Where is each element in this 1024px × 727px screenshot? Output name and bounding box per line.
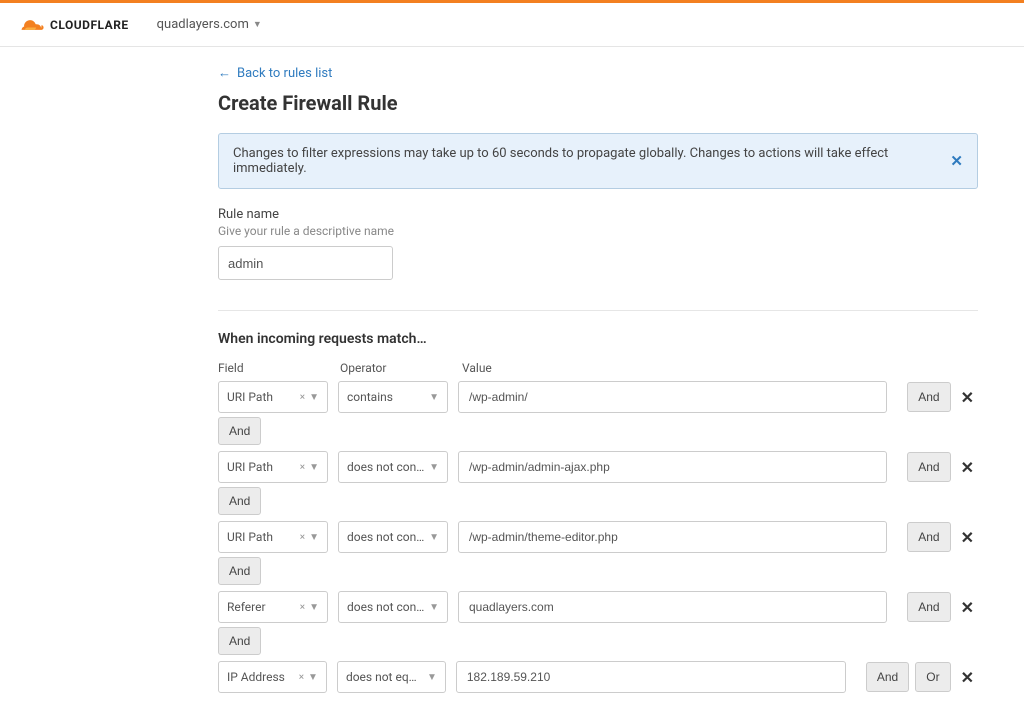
field-select-value: URI Path	[227, 390, 296, 404]
value-input[interactable]	[458, 521, 887, 553]
value-input[interactable]	[456, 661, 846, 693]
clear-icon[interactable]: ×	[299, 672, 304, 683]
operator-select-value: does not cont...	[347, 600, 425, 614]
value-input[interactable]	[458, 451, 887, 483]
col-field-label: Field	[218, 361, 328, 375]
field-select[interactable]: Referer × ▼	[218, 591, 328, 623]
chevron-down-icon: ▼	[253, 19, 262, 30]
operator-select[interactable]: does not cont... ▼	[338, 521, 448, 553]
operator-select[interactable]: does not equal ▼	[337, 661, 446, 693]
domain-selector-label: quadlayers.com	[157, 17, 249, 32]
clear-icon[interactable]: ×	[300, 462, 305, 473]
connector-and-button[interactable]: And	[218, 557, 261, 585]
remove-row-icon[interactable]: ✕	[957, 598, 978, 617]
rule-row: Referer × ▼ does not cont... ▼ And ✕	[218, 591, 978, 623]
rule-expression-group: URI Path×▼contains▼And✕AndURI Path×▼does…	[218, 381, 978, 693]
remove-row-icon[interactable]: ✕	[957, 458, 978, 477]
col-value-label: Value	[462, 361, 978, 375]
field-select-value: IP Address	[227, 670, 295, 684]
clear-icon[interactable]: ×	[300, 602, 305, 613]
value-input[interactable]	[458, 591, 887, 623]
chevron-down-icon[interactable]: ▼	[427, 672, 437, 683]
chevron-down-icon[interactable]: ▼	[429, 602, 439, 613]
close-icon[interactable]: ✕	[950, 152, 963, 170]
connector-row: And	[218, 627, 978, 655]
or-button[interactable]: Or	[915, 662, 950, 692]
matches-heading: When incoming requests match…	[218, 331, 978, 347]
operator-select-value: does not cont...	[347, 460, 425, 474]
connector-and-button[interactable]: And	[218, 417, 261, 445]
rule-name-label: Rule name	[218, 207, 978, 222]
chevron-down-icon[interactable]: ▼	[429, 532, 439, 543]
row-actions: And ✕	[907, 452, 978, 482]
row-actions: AndOr ✕	[866, 662, 978, 692]
and-button[interactable]: And	[866, 662, 909, 692]
operator-select[interactable]: does not cont... ▼	[338, 451, 448, 483]
value-input[interactable]	[458, 381, 887, 413]
chevron-down-icon[interactable]: ▼	[308, 672, 318, 683]
back-to-rules-link[interactable]: ← Back to rules list	[218, 65, 332, 81]
rule-row: URI Path × ▼ does not cont... ▼ And ✕	[218, 521, 978, 553]
chevron-down-icon[interactable]: ▼	[309, 532, 319, 543]
brand-logo[interactable]: CLOUDFLARE	[20, 16, 129, 34]
arrow-left-icon: ←	[218, 65, 231, 81]
row-actions: And ✕	[907, 592, 978, 622]
backlink-label: Back to rules list	[237, 66, 332, 81]
rule-row: URI Path × ▼ contains ▼ And ✕	[218, 381, 978, 413]
field-select[interactable]: URI Path × ▼	[218, 381, 328, 413]
remove-row-icon[interactable]: ✕	[957, 668, 978, 687]
col-operator-label: Operator	[340, 361, 450, 375]
field-select-value: URI Path	[227, 530, 296, 544]
field-select[interactable]: URI Path × ▼	[218, 451, 328, 483]
field-select[interactable]: IP Address × ▼	[218, 661, 327, 693]
notice-text: Changes to filter expressions may take u…	[233, 146, 938, 176]
rule-row: IP Address × ▼ does not equal ▼ AndOr ✕	[218, 661, 978, 693]
cloud-icon	[20, 16, 46, 34]
connector-and-button[interactable]: And	[218, 487, 261, 515]
field-select-value: Referer	[227, 600, 296, 614]
connector-row: And	[218, 417, 978, 445]
columns-header: Field Operator Value	[218, 361, 978, 375]
row-actions: And ✕	[907, 382, 978, 412]
connector-and-button[interactable]: And	[218, 627, 261, 655]
operator-select-value: does not cont...	[347, 530, 425, 544]
and-button[interactable]: And	[907, 382, 950, 412]
global-header: CLOUDFLARE quadlayers.com ▼	[0, 3, 1024, 47]
row-actions: And ✕	[907, 522, 978, 552]
rule-name-input[interactable]	[218, 246, 393, 280]
operator-select-value: does not equal	[346, 670, 423, 684]
page-title: Create Firewall Rule	[218, 91, 978, 115]
rule-row: URI Path × ▼ does not cont... ▼ And ✕	[218, 451, 978, 483]
chevron-down-icon[interactable]: ▼	[309, 602, 319, 613]
connector-row: And	[218, 487, 978, 515]
rule-name-block: Rule name Give your rule a descriptive n…	[218, 207, 978, 280]
domain-selector[interactable]: quadlayers.com ▼	[157, 17, 262, 32]
clear-icon[interactable]: ×	[300, 392, 305, 403]
rule-name-hint: Give your rule a descriptive name	[218, 224, 978, 238]
remove-row-icon[interactable]: ✕	[957, 528, 978, 547]
info-notice: Changes to filter expressions may take u…	[218, 133, 978, 189]
chevron-down-icon[interactable]: ▼	[309, 392, 319, 403]
connector-row: And	[218, 557, 978, 585]
operator-select[interactable]: contains ▼	[338, 381, 448, 413]
operator-select-value: contains	[347, 390, 425, 404]
field-select-value: URI Path	[227, 460, 296, 474]
operator-select[interactable]: does not cont... ▼	[338, 591, 448, 623]
chevron-down-icon[interactable]: ▼	[429, 462, 439, 473]
remove-row-icon[interactable]: ✕	[957, 388, 978, 407]
and-button[interactable]: And	[907, 592, 950, 622]
and-button[interactable]: And	[907, 452, 950, 482]
section-divider	[218, 310, 978, 311]
chevron-down-icon[interactable]: ▼	[309, 462, 319, 473]
and-button[interactable]: And	[907, 522, 950, 552]
clear-icon[interactable]: ×	[300, 532, 305, 543]
field-select[interactable]: URI Path × ▼	[218, 521, 328, 553]
chevron-down-icon[interactable]: ▼	[429, 392, 439, 403]
brand-text: CLOUDFLARE	[50, 18, 129, 32]
